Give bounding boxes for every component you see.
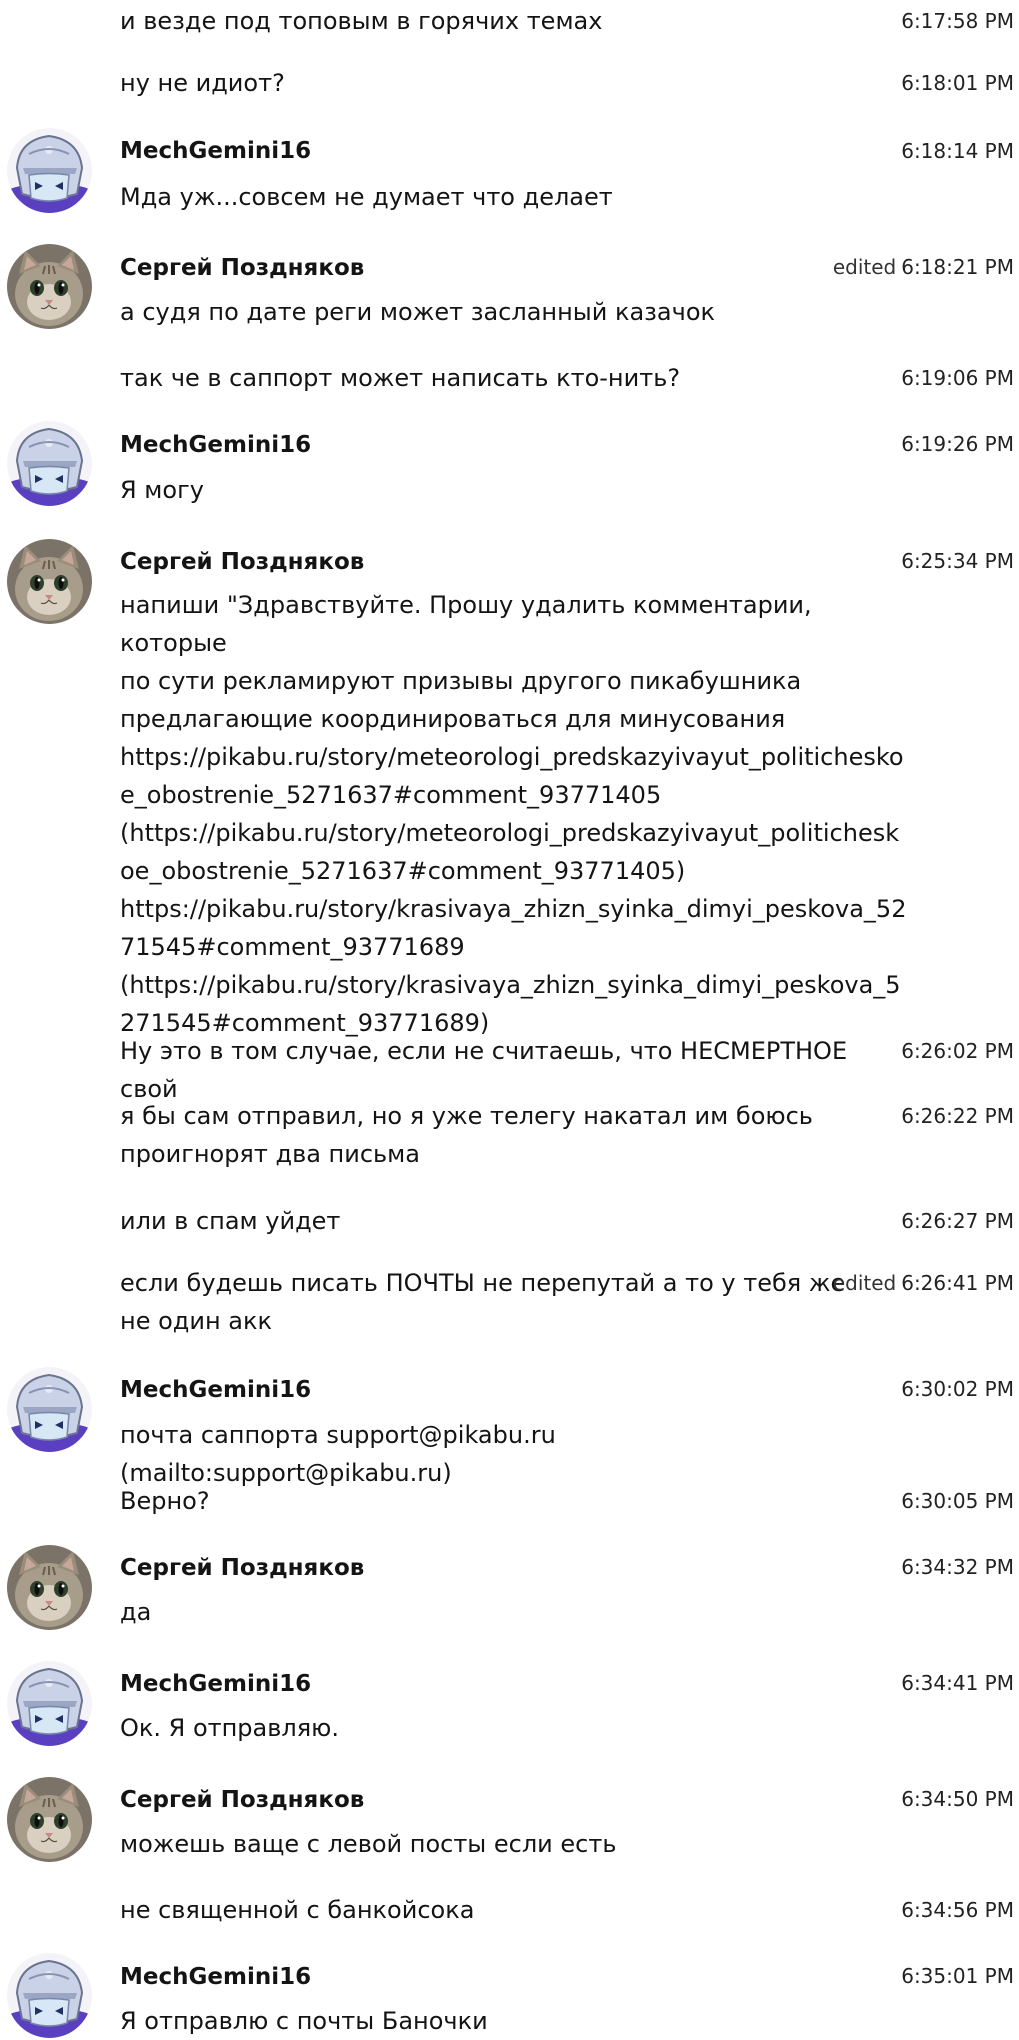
avatar[interactable] — [7, 1953, 92, 2038]
cat-avatar-image — [7, 539, 92, 624]
avatar[interactable] — [7, 1777, 92, 1862]
message-timestamp: 6:26:27 PM — [901, 1209, 1014, 1233]
message-author[interactable]: Сергей Поздняков — [120, 547, 364, 577]
message-text: можешь ваще с левой посты если есть — [120, 1830, 617, 1858]
link[interactable]: 71545#comment_93771689 — [120, 928, 890, 966]
message-timestamp: 6:18:01 PM — [901, 71, 1014, 95]
message-text: или в спам уйдет — [120, 1207, 341, 1235]
link[interactable]: e_obostrenie_5271637#comment_93771405 — [120, 776, 890, 814]
time-value: 6:26:41 PM — [901, 1271, 1014, 1295]
message-author[interactable]: Сергей Поздняков — [120, 1785, 364, 1815]
message-author[interactable]: MechGemini16 — [120, 430, 311, 460]
message-text: почта саппорта support@pikabu.ru (mailto… — [120, 1421, 556, 1487]
text-line: напиши "Здравствуйте. Прошу удалить комм… — [120, 591, 812, 657]
message-author[interactable]: Сергей Поздняков — [120, 1553, 364, 1583]
cat-avatar-image — [7, 1777, 92, 1862]
mech-avatar-image — [7, 128, 92, 213]
message-text: Я отправлю с почты Баночки — [120, 2007, 488, 2035]
text-line: по сути рекламируют призывы другого пика… — [120, 667, 802, 695]
message-text: и везде под топовым в горячих темах — [120, 7, 603, 35]
message-timestamp: 6:26:22 PM — [901, 1104, 1014, 1128]
mech-avatar-image — [7, 1953, 92, 2038]
message-text: Я могу — [120, 476, 204, 504]
text-line: я бы сам отправил, но я уже телегу накат… — [120, 1102, 813, 1130]
text-line: (https://pikabu.ru/story/meteorologi_pre… — [120, 819, 900, 847]
message-timestamp: 6:19:06 PM — [901, 366, 1014, 390]
message-text: а судя по дате реги может засланный каза… — [120, 298, 715, 326]
message-author[interactable]: Сергей Поздняков — [120, 253, 364, 283]
text-line: (https://pikabu.ru/story/krasivaya_zhizn… — [120, 971, 901, 999]
link[interactable]: https://pikabu.ru/story/meteorologi_pred… — [120, 738, 904, 776]
message-text: ну не идиот? — [120, 69, 285, 97]
message-timestamp: 6:34:50 PM — [901, 1787, 1014, 1811]
link[interactable]: https://pikabu.ru/story/krasivaya_zhizn_… — [120, 890, 906, 928]
avatar[interactable] — [7, 244, 92, 329]
message-text: не священной с банкойсока — [120, 1896, 475, 1924]
text-line: не один акк — [120, 1307, 272, 1335]
message-text: так че в саппорт может написать кто-нить… — [120, 364, 681, 392]
text-line: предлагающие координироваться для минусо… — [120, 705, 786, 733]
avatar[interactable] — [7, 1661, 92, 1746]
mech-avatar-image — [7, 1661, 92, 1746]
message-timestamp: 6:19:26 PM — [901, 432, 1014, 456]
avatar[interactable] — [7, 128, 92, 213]
message-timestamp: edited 6:18:21 PM — [833, 252, 1014, 282]
message-timestamp: 6:34:56 PM — [901, 1898, 1014, 1922]
edited-label: edited — [832, 1271, 897, 1295]
edited-label: edited — [832, 255, 897, 279]
cat-avatar-image — [7, 244, 92, 329]
message-author[interactable]: MechGemini16 — [120, 1669, 311, 1699]
message-text: Мда уж...совсем не думает что делает — [120, 183, 613, 211]
message-timestamp: 6:25:34 PM — [901, 549, 1014, 573]
message-text: Верно? — [120, 1487, 210, 1515]
message-timestamp: 6:18:14 PM — [901, 139, 1014, 163]
message-author[interactable]: MechGemini16 — [120, 1962, 311, 1992]
message-author[interactable]: MechGemini16 — [120, 136, 311, 166]
message-text: если будешь писать ПОЧТЫ не перепутай а … — [120, 1264, 890, 1340]
message-timestamp: 6:34:41 PM — [901, 1671, 1014, 1695]
message-author[interactable]: MechGemini16 — [120, 1375, 311, 1405]
message-text: Ок. Я отправляю. — [120, 1714, 339, 1742]
message-timestamp: 6:35:01 PM — [901, 1964, 1014, 1988]
mech-avatar-image — [7, 1367, 92, 1452]
cat-avatar-image — [7, 1545, 92, 1630]
message-text: да — [120, 1598, 152, 1626]
message-timestamp: 6:30:05 PM — [901, 1489, 1014, 1513]
message-timestamp: edited 6:26:41 PM — [833, 1268, 1014, 1298]
text-line: если будешь писать ПОЧТЫ не перепутай а … — [120, 1269, 846, 1297]
avatar[interactable] — [7, 421, 92, 506]
mech-avatar-image — [7, 421, 92, 506]
text-line: проигнорят два письма — [120, 1140, 420, 1168]
message-timestamp: 6:26:02 PM — [901, 1039, 1014, 1063]
avatar[interactable] — [7, 539, 92, 624]
message-timestamp: 6:30:02 PM — [901, 1377, 1014, 1401]
time-value: 6:18:21 PM — [901, 255, 1014, 279]
message-text: напиши "Здравствуйте. Прошу удалить комм… — [120, 586, 906, 1042]
message-timestamp: 6:34:32 PM — [901, 1555, 1014, 1579]
text-line: oe_obostrenie_5271637#comment_93771405) — [120, 857, 686, 885]
avatar[interactable] — [7, 1545, 92, 1630]
message-timestamp: 6:17:58 PM — [901, 9, 1014, 33]
message-text: я бы сам отправил, но я уже телегу накат… — [120, 1097, 890, 1173]
avatar[interactable] — [7, 1367, 92, 1452]
